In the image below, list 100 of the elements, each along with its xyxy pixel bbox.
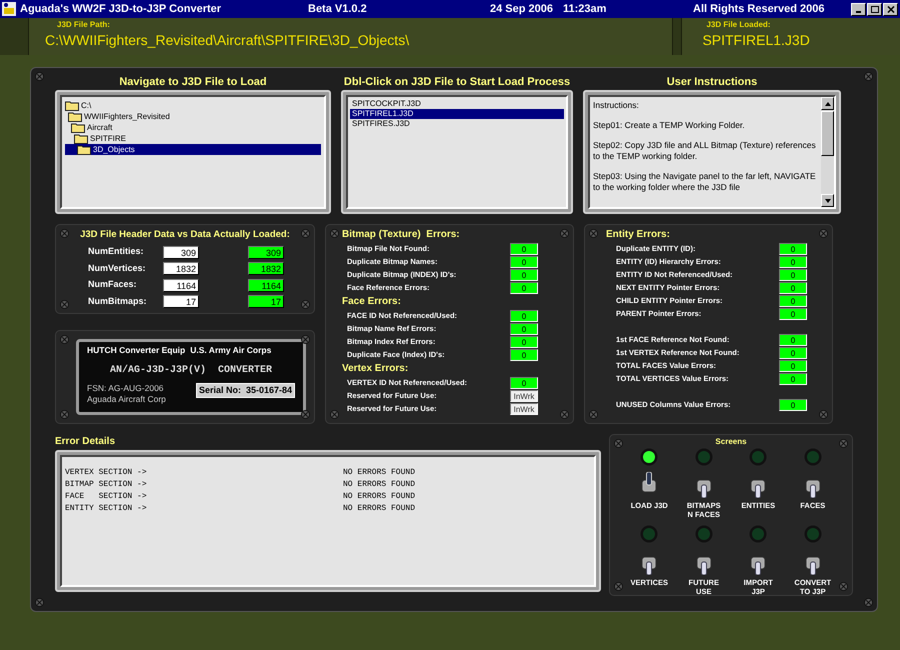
scroll-up-icon[interactable]: [824, 102, 830, 106]
screw-icon: [330, 410, 339, 419]
section-heading: Entity Errors:: [606, 228, 670, 242]
folder-item[interactable]: 3D_Objects: [65, 144, 321, 155]
value-display: 0: [779, 282, 807, 294]
screw-icon: [301, 300, 310, 309]
value-display: 0: [779, 346, 807, 358]
screw-icon: [35, 72, 44, 81]
panel-heading: Navigate to J3D File to Load: [119, 75, 267, 90]
panel-heading: J3D File Header Data vs Data Actually Loaded:: [79, 228, 291, 242]
screw-icon: [864, 72, 873, 81]
close-icon: [886, 6, 894, 12]
file-item[interactable]: SPITFIRES.J3D: [350, 119, 564, 129]
screw-icon: [301, 229, 310, 238]
instruction-text: Step01: Create a TEMP Working Folder.: [593, 120, 746, 131]
screw-icon: [819, 229, 828, 238]
value-display: InWrk: [510, 402, 538, 414]
value-display: 0: [779, 334, 807, 346]
folder-icon: [68, 111, 82, 122]
loaded-value-display: 1832: [248, 262, 284, 275]
value-display: 0: [779, 372, 807, 384]
version-text: Beta V1.0.2: [307, 2, 368, 17]
folder-item[interactable]: C:\: [65, 100, 321, 111]
date-text: 24 Sep 2006: [490, 2, 554, 17]
folder-icon: [65, 100, 79, 111]
field-label: NumFaces:: [88, 278, 138, 292]
value-display: 0: [779, 398, 807, 410]
screw-icon: [60, 300, 69, 309]
screw-icon: [839, 582, 848, 591]
loaded-value-display: 309: [248, 246, 284, 258]
panel-heading: Error Details: [55, 435, 116, 449]
value-display: 0: [779, 242, 807, 254]
value-display: 0: [510, 322, 538, 334]
maker-text: HUTCH Converter Equip: [87, 344, 186, 357]
minimize-button[interactable]: [851, 2, 866, 16]
folder-item[interactable]: Aircraft: [65, 122, 321, 133]
value-display: 0: [510, 256, 538, 268]
header-value: 1164: [163, 278, 199, 292]
status-text: NO ERRORS FOUND: [343, 479, 416, 491]
scrollbar[interactable]: [821, 97, 834, 207]
value-display: InWrk: [510, 390, 538, 402]
serial-label: Serial No: 35-0167-84: [196, 382, 295, 398]
folder-item[interactable]: SPITFIRE: [65, 133, 321, 144]
field-label: NumEntities:: [88, 245, 145, 258]
panel-heading: User Instructions: [666, 75, 758, 90]
value-display: 0: [510, 336, 538, 348]
maximize-button[interactable]: [867, 2, 882, 16]
section-text: FACE SECTION ->: [65, 491, 148, 503]
value-display: 0: [779, 360, 807, 372]
value-display: 0: [779, 294, 807, 306]
screw-icon: [589, 410, 598, 419]
path-value: C:\WWIIFighters_Revisited\Aircraft\SPITFIRE\3D_Objects\: [45, 31, 410, 49]
header-value: 1832: [163, 262, 199, 275]
screw-icon: [819, 410, 828, 419]
screw-icon: [614, 582, 623, 591]
fsn-text: FSN: AG-AUG-2006: [87, 382, 165, 394]
header-value: 309: [163, 246, 199, 258]
status-text: NO ERRORS FOUND: [343, 503, 416, 515]
value-display: 0: [510, 242, 538, 254]
window-title: Aguada's WW2F J3D-to-J3P Converter: [20, 2, 222, 17]
value-display: 0: [510, 268, 538, 280]
section-heading: Vertex Errors:: [342, 362, 408, 376]
screw-icon: [614, 439, 623, 448]
value-display: 0: [510, 282, 538, 294]
loaded-value: SPITFIREL1.J3D: [702, 31, 811, 49]
section-text: ENTITY SECTION ->: [65, 503, 148, 515]
value-display: 0: [510, 376, 538, 388]
value-display: 0: [779, 268, 807, 280]
instruction-text: Step03: Using the Navigate panel to the far left, NAVIGATE to the working folder where the J3D file: [593, 171, 817, 193]
section-text: BITMAP SECTION ->: [65, 479, 148, 491]
section-text: VERTEX SECTION ->: [65, 467, 148, 479]
folder-icon: [71, 122, 85, 133]
model-text: AN/AG-J3D-J3P(V) CONVERTER: [108, 364, 274, 378]
section-heading: Bitmap (Texture) Errors:: [342, 228, 460, 242]
close-button[interactable]: [883, 2, 898, 16]
instruction-text: Step02: Copy J3D file and ALL Bitmap (Texture) references to the TEMP working folder.: [593, 140, 817, 162]
loaded-value-display: 1164: [248, 278, 284, 292]
panel-heading: Screens: [714, 436, 748, 448]
screw-icon: [839, 439, 848, 448]
screw-icon: [330, 229, 339, 238]
loaded-value-display: 17: [248, 295, 284, 308]
screw-icon: [35, 598, 44, 607]
file-item[interactable]: SPITFIREL1.J3D: [350, 109, 564, 119]
status-text: NO ERRORS FOUND: [343, 491, 416, 503]
file-item[interactable]: SPITCOCKPIT.J3D: [350, 99, 564, 109]
screw-icon: [60, 410, 69, 419]
field-label: NumVertices:: [88, 262, 147, 275]
rights-text: All Rights Reserved 2006: [693, 2, 826, 17]
folder-item[interactable]: WWIIFighters_Revisited: [65, 111, 321, 122]
screw-icon: [589, 229, 598, 238]
time-text: 11:23am: [563, 2, 608, 17]
path-label: J3D File Path:: [57, 19, 111, 31]
loaded-label: J3D File Loaded:: [706, 19, 772, 31]
screw-icon: [864, 598, 873, 607]
scroll-down-icon[interactable]: [824, 198, 830, 202]
instruction-text: Instructions:: [593, 100, 640, 111]
field-label: NumBitmaps:: [88, 294, 148, 308]
header-value: 17: [163, 295, 199, 308]
maximize-icon: [870, 6, 878, 12]
panel-heading: Dbl-Click on J3D File to Start Load Process: [344, 75, 570, 90]
